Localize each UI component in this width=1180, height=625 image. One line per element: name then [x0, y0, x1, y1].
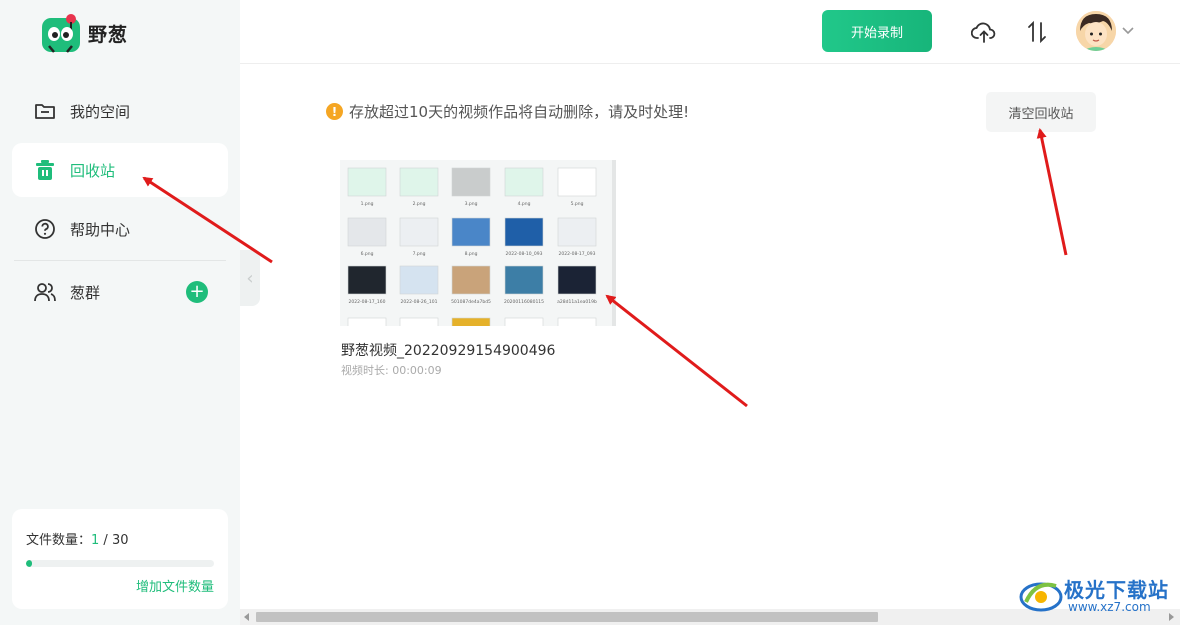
svg-text:2022-08-10_093: 2022-08-10_093: [506, 251, 543, 257]
svg-text:2022-08-26_101: 2022-08-26_101: [401, 299, 438, 305]
thumb-file-tile: 6.png: [347, 217, 387, 257]
thumb-file-tile-partial: [347, 317, 387, 326]
top-header: 开始录制: [240, 0, 1180, 64]
thumb-file-tile: 2022-08-26_101: [399, 265, 439, 305]
file-quota-text: 文件数量：1 / 30: [26, 529, 214, 548]
video-card[interactable]: 1.png 2.png 3.png 4.png 5.png 6.png 7.png 8.png…: [340, 160, 620, 390]
svg-text:20200116080115: 20200116080115: [504, 299, 544, 305]
thumb-file-tile-partial: [399, 317, 439, 326]
clear-recycle-bin-button[interactable]: 清空回收站: [986, 92, 1096, 132]
sidebar-item-label: 我的空间: [70, 102, 131, 121]
video-duration: 视频时长: 00:00:09: [341, 364, 442, 377]
sidebar-item-help-center[interactable]: 帮助中心: [12, 202, 228, 256]
scroll-left-arrow-icon[interactable]: [244, 613, 249, 621]
thumbnail-preview: 1.png 2.png 3.png 4.png 5.png 6.png 7.png 8.png…: [347, 167, 597, 326]
trash-icon: [34, 159, 56, 181]
watermark-logo-icon: [1019, 582, 1063, 612]
svg-text:3.png: 3.png: [465, 201, 478, 207]
avatar[interactable]: [1076, 11, 1116, 51]
thumb-file-tile: 8.png: [451, 217, 491, 257]
sidebar-item-label: 帮助中心: [70, 220, 131, 239]
thumb-file-tile: 7.png: [399, 217, 439, 257]
thumb-file-tile: 4.png: [504, 167, 544, 207]
sidebar-collapse-toggle[interactable]: ‹: [240, 250, 260, 306]
thumb-file-tile-partial: [557, 317, 597, 326]
thumb-file-tile-partial: [504, 317, 544, 326]
thumb-file-tile: 2022-08-10_093: [504, 217, 544, 257]
sidebar-item-label: 回收站: [70, 161, 116, 180]
svg-text:2.png: 2.png: [413, 201, 426, 207]
watermark-url: www.xz7.com: [1068, 600, 1151, 614]
thumb-file-tile: 2.png: [399, 167, 439, 207]
svg-text:a28d11a1ea019b: a28d11a1ea019b: [557, 299, 597, 305]
watermark: 极光下载站 www.xz7.com: [1018, 570, 1178, 620]
file-quota-separator: /: [99, 533, 112, 548]
svg-text:2022-08-17_160: 2022-08-17_160: [349, 299, 386, 305]
sidebar-item-my-space[interactable]: 我的空间: [12, 84, 228, 138]
thumb-file-tile: 20200116080115: [504, 265, 544, 305]
sort-icon[interactable]: [1023, 18, 1051, 46]
svg-text:8.png: 8.png: [465, 251, 478, 257]
add-group-button[interactable]: +: [186, 281, 208, 303]
file-quota-label: 文件数量：: [26, 533, 92, 548]
thumb-file-tile: 3.png: [451, 167, 491, 207]
folder-icon: [34, 100, 56, 122]
thumb-file-tile: 1.png: [347, 167, 387, 207]
thumb-file-tile-partial: [451, 317, 491, 326]
warning-icon: !: [326, 103, 343, 120]
app-name: 野葱: [88, 23, 129, 46]
file-quota-max: 30: [111, 533, 129, 548]
notice-text: 存放超过10天的视频作品将自动删除，请及时处理!: [349, 103, 690, 121]
increase-file-quota-link[interactable]: 增加文件数量: [26, 576, 214, 595]
watermark-text: 极光下载站: [1064, 578, 1169, 602]
scrollbar-thumb[interactable]: [256, 612, 878, 622]
start-recording-button[interactable]: 开始录制: [822, 10, 932, 52]
svg-text:501087de4a7bd5: 501087de4a7bd5: [451, 299, 491, 305]
chevron-down-icon[interactable]: [1120, 22, 1136, 38]
app-window: 野葱 我的空间 回收站 帮助中心 葱群 + 文件数量：1 / 30 增加文件数量…: [0, 0, 1180, 625]
thumb-file-tile: 501087de4a7bd5: [451, 265, 491, 305]
svg-text:7.png: 7.png: [413, 251, 426, 257]
upload-cloud-icon[interactable]: [970, 18, 998, 46]
annotation-arrow-video: [605, 294, 748, 408]
auto-delete-notice: ! 存放超过10天的视频作品将自动删除，请及时处理!: [326, 101, 689, 122]
sidebar-item-group[interactable]: 葱群 +: [12, 265, 228, 319]
thumb-file-tile: a28d11a1ea019b: [557, 265, 597, 305]
file-quota-progress-fill: [26, 560, 33, 567]
svg-text:2022-08-17_093: 2022-08-17_093: [559, 251, 596, 257]
svg-text:4.png: 4.png: [518, 201, 531, 207]
svg-text:6.png: 6.png: [361, 251, 374, 257]
sidebar-item-recycle-bin[interactable]: 回收站: [12, 143, 228, 197]
group-icon: [34, 281, 56, 303]
thumb-file-tile: 2022-08-17_093: [557, 217, 597, 257]
sidebar: 野葱 我的空间 回收站 帮助中心 葱群 + 文件数量：1 / 30 增加文件数量: [0, 0, 240, 625]
annotation-arrow-clear-button: [1036, 128, 1068, 256]
video-title: 野葱视频_20220929154900496: [341, 343, 556, 359]
app-logo: 野葱: [40, 12, 128, 54]
logo-icon: [42, 14, 80, 53]
svg-text:1.png: 1.png: [361, 201, 374, 207]
thumb-file-tile: 5.png: [557, 167, 597, 207]
help-circle-icon: [34, 218, 56, 240]
sidebar-divider: [14, 260, 226, 261]
chevron-left-icon: ‹: [246, 267, 254, 289]
svg-text:5.png: 5.png: [571, 201, 584, 207]
file-quota-progress: [26, 560, 214, 567]
thumb-file-tile: 2022-08-17_160: [347, 265, 387, 305]
video-thumbnail: 1.png 2.png 3.png 4.png 5.png 6.png 7.png 8.png…: [340, 160, 616, 326]
sidebar-item-label: 葱群: [70, 283, 101, 302]
file-quota-panel: 文件数量：1 / 30 增加文件数量: [12, 509, 228, 609]
